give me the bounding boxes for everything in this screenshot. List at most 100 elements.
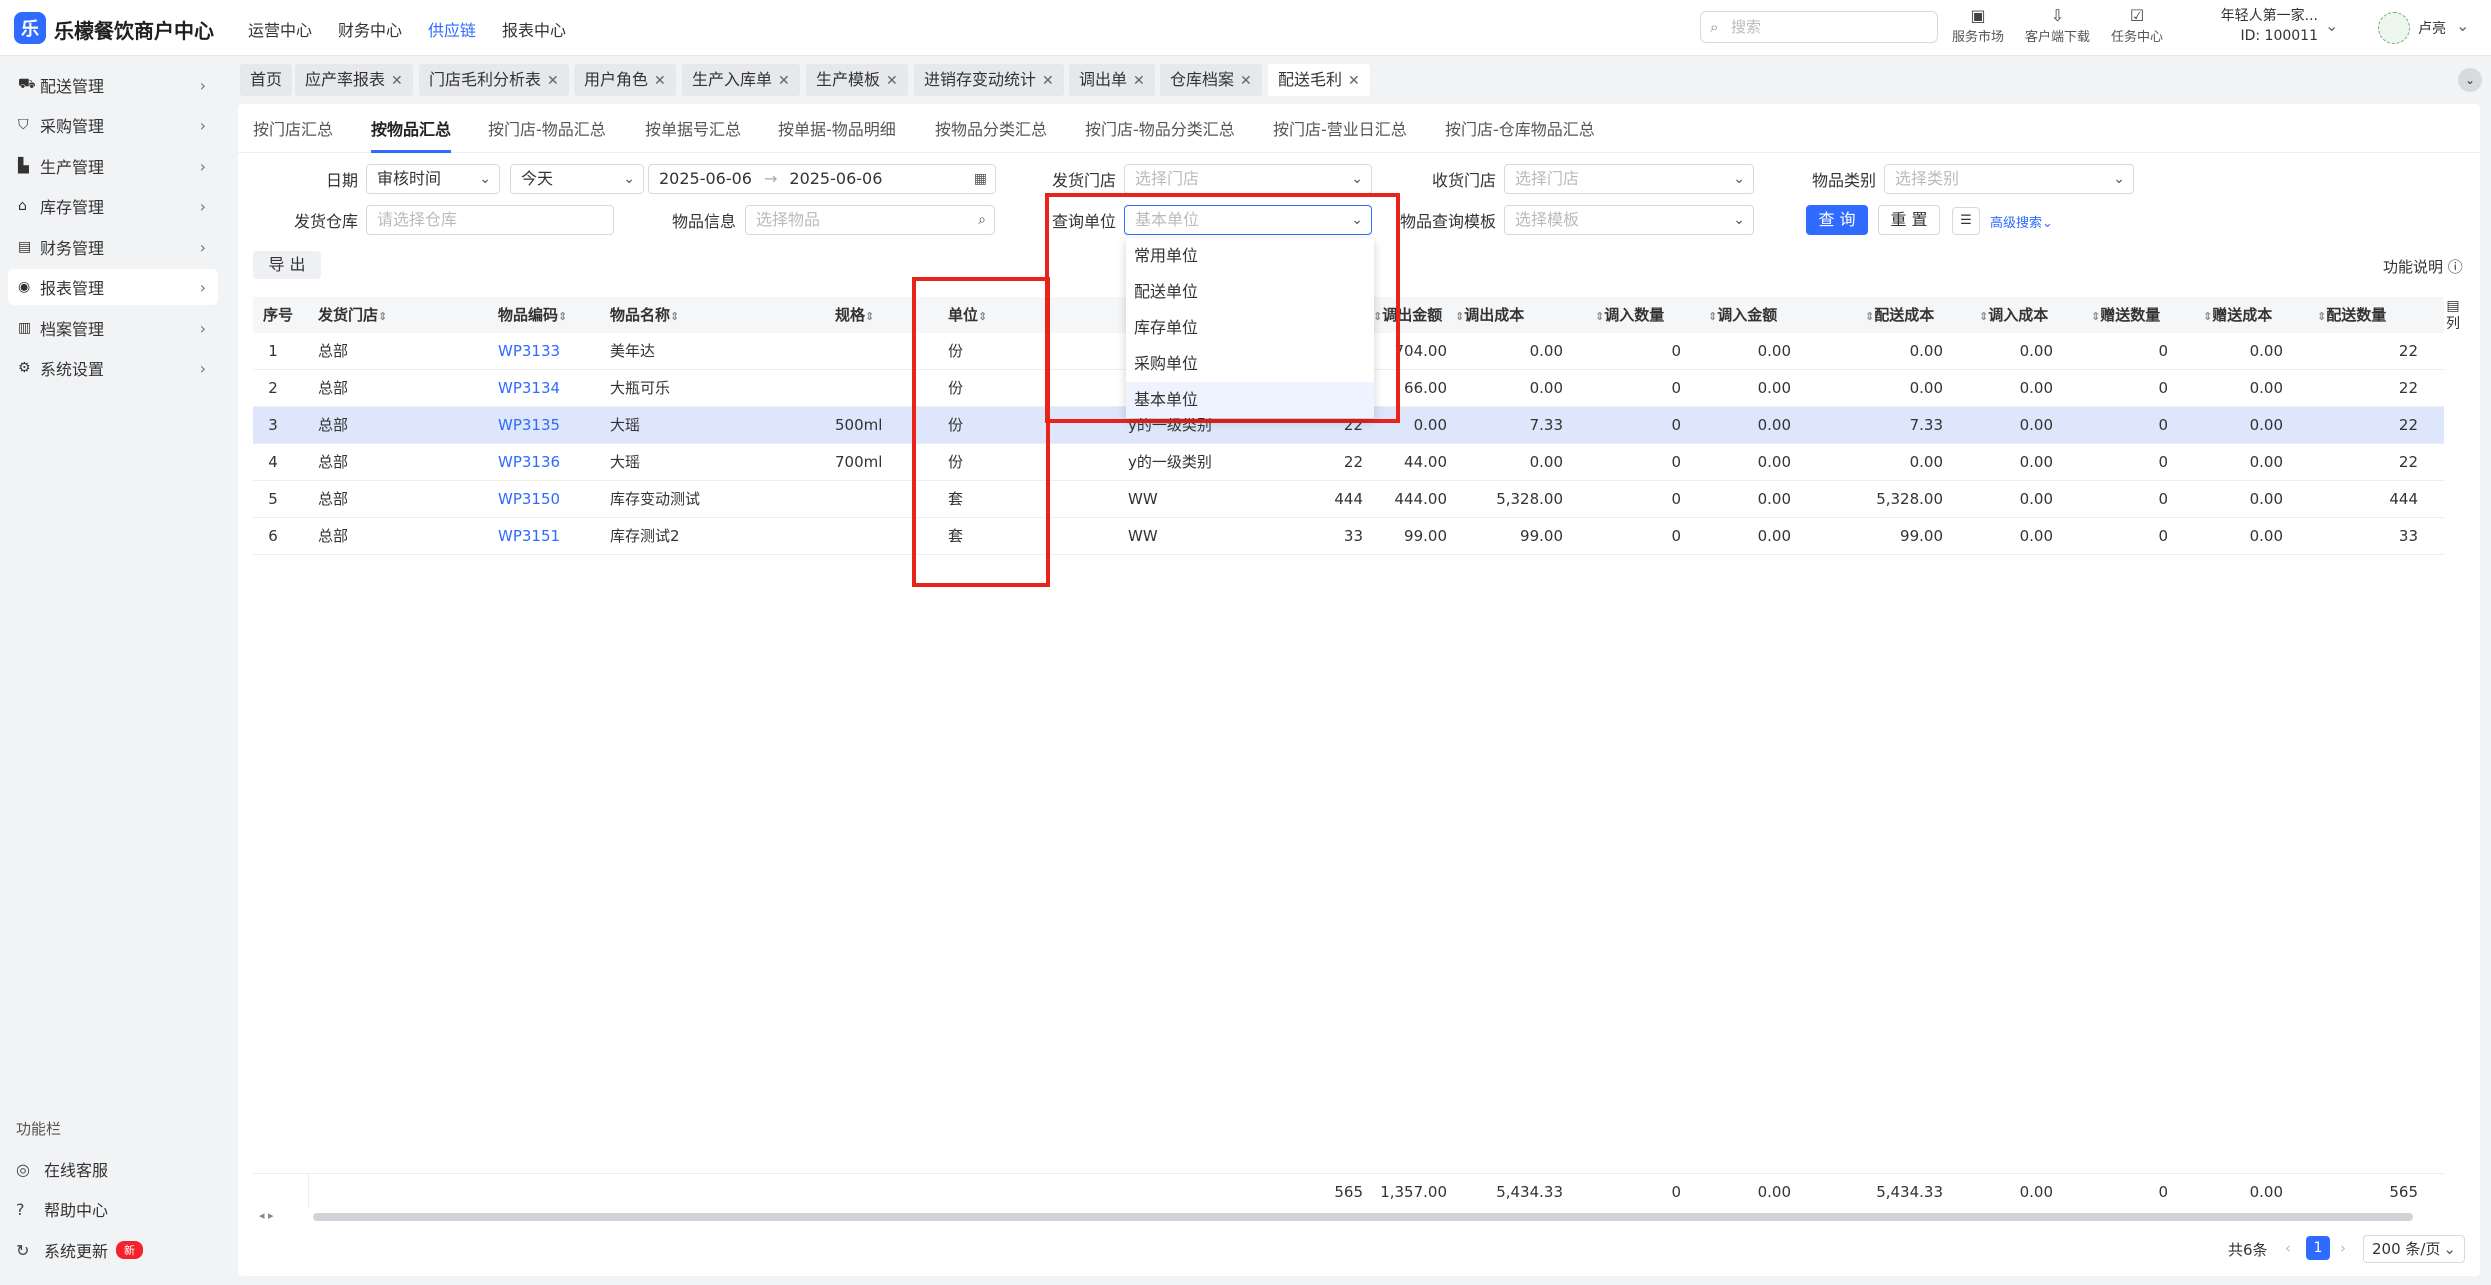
subtab-by-store[interactable]: 按门店汇总 (253, 116, 333, 140)
item-code-link[interactable]: WP3135 (498, 407, 598, 444)
table-cell: 0 (2158, 416, 2168, 434)
chevron-down-icon[interactable]: ⌄ (2456, 16, 2469, 35)
app-logo-icon[interactable]: 乐 (14, 12, 46, 44)
service-market-button[interactable]: ▣ 服务市场 (1952, 6, 2004, 45)
col-header-in-amount[interactable]: ⇕调入金额 (1708, 297, 1778, 333)
sidebar-item-finance[interactable]: ▤ 财务管理 › (8, 229, 218, 265)
sidebar-item-settings[interactable]: ⚙ 系统设置 › (8, 350, 218, 386)
truck-icon: ⛟ (18, 76, 36, 92)
page-1-button[interactable]: 1 (2306, 1236, 2330, 1260)
table-cell: 444 (2389, 490, 2418, 508)
top-nav-reports[interactable]: 报表中心 (502, 17, 566, 41)
date-type-select[interactable]: 审核时间 ⌄ (366, 164, 500, 194)
search-input[interactable]: ⌕ 搜索 (1700, 11, 1938, 43)
subtab-by-store-category[interactable]: 按门店-物品分类汇总 (1085, 116, 1235, 140)
app-brand[interactable]: 乐檬餐饮商户中心 (54, 15, 214, 44)
task-center-button[interactable]: ☑ 任务中心 (2111, 6, 2163, 45)
top-nav-supply-chain[interactable]: 供应链 (428, 17, 476, 41)
date-preset-select[interactable]: 今天 ⌄ (510, 164, 644, 194)
next-page-icon[interactable]: › (2340, 1239, 2346, 1257)
subtab-by-doc-item[interactable]: 按单据-物品明细 (778, 116, 896, 140)
user-name[interactable]: 卢亮 (2418, 18, 2446, 38)
filter-config-icon[interactable]: ☰ (1952, 207, 1980, 235)
unit-option-stock[interactable]: 库存单位 (1126, 310, 1374, 346)
top-nav-finance[interactable]: 财务中心 (338, 17, 402, 41)
horizontal-scrollbar[interactable] (313, 1213, 2413, 1221)
sidebar-item-reports[interactable]: ◉ 报表管理 › (8, 269, 218, 305)
sidebar-item-archive[interactable]: ▥ 档案管理 › (8, 310, 218, 346)
col-header-gift-qty[interactable]: ⇕赠送数量 (2091, 297, 2161, 333)
tab-stock-change[interactable]: 进销存变动统计 ✕ (914, 64, 1064, 96)
col-header-item-name[interactable]: 物品名称⇕ (610, 297, 680, 333)
item-code-link[interactable]: WP3151 (498, 518, 598, 555)
item-code-link[interactable]: WP3136 (498, 444, 598, 481)
system-update-link[interactable]: ↻ 系统更新新 (16, 1238, 144, 1262)
tab-user-role[interactable]: 用户角色 ✕ (574, 64, 676, 96)
tab-distribution-margin[interactable]: 配送毛利 ✕ (1268, 64, 1370, 96)
table-cell: 0 (1671, 342, 1681, 360)
subtab-by-item-category[interactable]: 按物品分类汇总 (935, 116, 1047, 140)
avatar[interactable] (2378, 12, 2410, 44)
unit-option-distribution[interactable]: 配送单位 (1126, 274, 1374, 310)
close-icon: ✕ (886, 73, 898, 89)
tab-yield-report[interactable]: 应产率报表 ✕ (295, 64, 413, 96)
org-switcher[interactable]: 年轻人第一家... ID: 100011 (2208, 6, 2318, 46)
tab-warehouse[interactable]: 仓库档案 ✕ (1160, 64, 1262, 96)
help-link[interactable]: 功能说明 ⓘ (2383, 256, 2463, 277)
subtab-by-store-warehouse[interactable]: 按门店-仓库物品汇总 (1445, 116, 1595, 140)
unit-option-purchase[interactable]: 采购单位 (1126, 346, 1374, 382)
warehouse-select[interactable]: 请选择仓库 (366, 205, 614, 235)
date-range-picker[interactable]: 2025-06-06 → 2025-06-06 ▦ (648, 164, 996, 194)
page-size-select[interactable]: 200 条/页 ⌄ (2363, 1235, 2465, 1263)
item-code-link[interactable]: WP3134 (498, 370, 598, 407)
item-search-input[interactable]: 选择物品 ⌕ (745, 205, 995, 235)
item-code-link[interactable]: WP3133 (498, 333, 598, 370)
subtab-by-item[interactable]: 按物品汇总 (371, 116, 451, 140)
scroll-left-icon[interactable]: ◂ ▸ (259, 1209, 274, 1222)
subtab-by-store-day[interactable]: 按门店-营业日汇总 (1273, 116, 1407, 140)
tab-transfer-out[interactable]: 调出单 ✕ (1069, 64, 1155, 96)
sidebar-item-inventory[interactable]: ⌂ 库存管理 › (8, 188, 218, 224)
template-select[interactable]: 选择模板 ⌄ (1504, 205, 1754, 235)
reset-button[interactable]: 重 置 (1878, 205, 1940, 235)
top-nav: 运营中心 财务中心 供应链 报表中心 (248, 17, 566, 41)
close-icon: ✕ (1133, 73, 1145, 89)
tab-store-margin[interactable]: 门店毛利分析表 ✕ (419, 64, 569, 96)
col-header-spec[interactable]: 规格⇕ (835, 297, 875, 333)
chevron-down-icon[interactable]: ⌄ (2458, 68, 2482, 92)
online-service-link[interactable]: ◎ 在线客服 (16, 1157, 108, 1181)
table-cell: 0.00 (1909, 453, 1943, 471)
unit-option-common[interactable]: 常用单位 (1126, 238, 1374, 274)
subtab-by-store-item[interactable]: 按门店-物品汇总 (488, 116, 606, 140)
col-header-in-cost[interactable]: ⇕调入成本 (1979, 297, 2049, 333)
advanced-search-link[interactable]: 高级搜索⌄ (1990, 212, 2053, 231)
tab-home[interactable]: 首页 (240, 64, 293, 96)
subtab-by-doc-no[interactable]: 按单据号汇总 (645, 116, 741, 140)
tab-production-template[interactable]: 生产模板 ✕ (806, 64, 908, 96)
col-header-dist-cost[interactable]: ⇕配送成本 (1865, 297, 1935, 333)
help-center-link[interactable]: ? 帮助中心 (16, 1197, 108, 1221)
col-header-ship-store[interactable]: 发货门店⇕ (318, 297, 388, 333)
sidebar-item-purchase[interactable]: ⛉ 采购管理 › (8, 107, 218, 143)
top-nav-operations[interactable]: 运营中心 (248, 17, 312, 41)
sidebar-item-production[interactable]: ▙ 生产管理 › (8, 148, 218, 184)
tab-production-inbound[interactable]: 生产入库单 ✕ (682, 64, 800, 96)
col-header-in-qty[interactable]: ⇕调入数量 (1595, 297, 1665, 333)
col-header-out-cost[interactable]: ⇕调出成本 (1455, 297, 1525, 333)
col-header-gift-cost[interactable]: ⇕赠送成本 (2203, 297, 2273, 333)
client-download-button[interactable]: ⇩ 客户端下载 (2025, 6, 2090, 45)
item-code-link[interactable]: WP3150 (498, 481, 598, 518)
col-header-item-code[interactable]: 物品编码⇕ (498, 297, 568, 333)
recv-store-select[interactable]: 选择门店 ⌄ (1504, 164, 1754, 194)
chevron-down-icon[interactable]: ⌄ (2325, 16, 2338, 35)
ship-store-select[interactable]: 选择门店 ⌄ (1124, 164, 1372, 194)
table-cell: 0.00 (2249, 379, 2283, 397)
unit-option-base[interactable]: 基本单位 (1126, 382, 1374, 418)
column-settings-button[interactable]: ▤ 列 (2444, 297, 2462, 333)
export-button[interactable]: 导 出 (253, 251, 321, 279)
col-header-dist-qty[interactable]: ⇕配送数量 (2317, 297, 2387, 333)
prev-page-icon[interactable]: ‹ (2285, 1239, 2291, 1257)
category-select[interactable]: 选择类别 ⌄ (1884, 164, 2134, 194)
sidebar-item-distribution[interactable]: ⛟ 配送管理 › (8, 67, 218, 103)
query-button[interactable]: 查 询 (1806, 205, 1868, 235)
